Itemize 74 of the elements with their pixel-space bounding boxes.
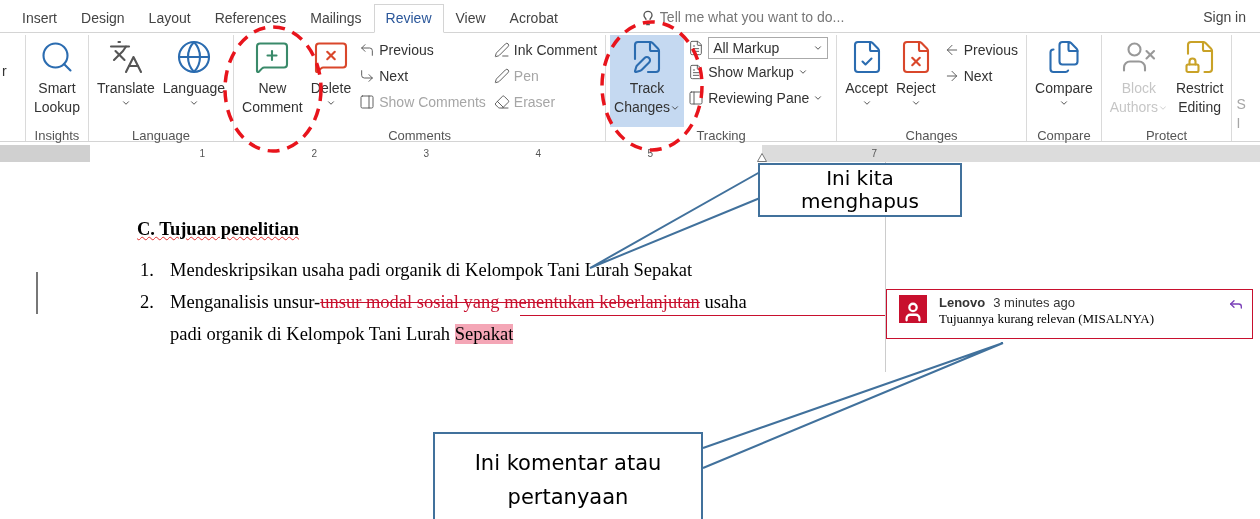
group-label: Protect xyxy=(1144,127,1189,145)
list-number: 1. xyxy=(139,258,155,282)
group-label: Comments xyxy=(387,127,452,145)
tell-me-field[interactable]: Tell me what you want to do... xyxy=(659,7,920,28)
comment-author: Lenovo xyxy=(939,295,986,311)
eraser-icon xyxy=(493,94,510,110)
group-label: Insights xyxy=(33,127,81,145)
ribbon-small-button[interactable]: Next xyxy=(359,63,486,89)
panel-icon xyxy=(688,90,705,106)
ribbon-label: r xyxy=(2,62,7,81)
ribbon-button[interactable]: Track Changes xyxy=(610,35,685,127)
arrow-forward-icon xyxy=(359,68,376,84)
ruler-number: 3 xyxy=(422,147,429,161)
ribbon-small-button[interactable]: Ink Comment xyxy=(493,37,598,63)
ruler-number: 7 xyxy=(870,147,877,161)
translate-icon xyxy=(107,39,144,75)
ruler-number: 4 xyxy=(534,147,541,161)
avatar-icon xyxy=(899,295,927,323)
ribbon-small-button[interactable]: Previous xyxy=(359,37,486,63)
ribbon-small-button[interactable]: Show Markup xyxy=(688,59,829,85)
list-number: 2. xyxy=(139,290,155,314)
heading: C. Tujuan penelitian xyxy=(137,218,299,241)
caret-icon xyxy=(910,98,921,108)
group-label: Tracking xyxy=(695,127,747,145)
caret-icon xyxy=(326,98,336,108)
callout-box: Ini komentar atau pertanyaan xyxy=(433,432,703,519)
caret-icon xyxy=(1058,98,1069,108)
globe-icon xyxy=(175,39,212,75)
comment-x-icon xyxy=(313,39,349,75)
ribbon-small-button[interactable]: Reviewing Pane xyxy=(688,85,829,111)
comment-time: 3 minutes ago xyxy=(993,295,1075,311)
list-item-text: Mendeskripsikan usaha padi organik di Kelompok Tani Lurah Sepakat xyxy=(170,258,694,282)
ribbon-button[interactable]: Restrict Editing xyxy=(1171,35,1228,127)
arrow-back-icon xyxy=(359,42,376,58)
ribbon-tab[interactable]: Design xyxy=(69,4,137,33)
caret-icon xyxy=(813,43,824,53)
callout-box: Ini kita menghapus xyxy=(758,163,962,217)
comment-text: Tujuannya kurang relevan (MISALNYA) xyxy=(939,311,1155,327)
document-icon xyxy=(688,40,705,56)
ribbon-label: S xyxy=(1236,95,1246,114)
caret-icon xyxy=(861,98,872,108)
group-label: Changes xyxy=(904,127,959,145)
ruler-number: 2 xyxy=(310,147,317,161)
ribbon-button[interactable]: Smart Lookup xyxy=(30,35,84,127)
ribbon-button[interactable]: Reject xyxy=(891,35,940,127)
ribbon-button[interactable]: Translate xyxy=(92,35,159,127)
caret-icon xyxy=(797,67,808,77)
group-label: Compare xyxy=(1036,127,1092,145)
ribbon-small-button[interactable]: Next xyxy=(943,63,1019,89)
ribbon-button[interactable]: New Comment xyxy=(238,35,307,127)
group-label: Language xyxy=(131,127,191,145)
sign-in-link[interactable]: Sign in xyxy=(1203,3,1246,32)
list-item-text: Menganalisis unsur-unsur modal sosial yang menentukan keberlanjutan usaha padi organik di Kelompok Tani Lurah Sepakat xyxy=(170,290,748,346)
caret-icon xyxy=(120,98,131,108)
ribbon-button[interactable]: Language xyxy=(158,35,230,127)
ribbon-tab[interactable]: View xyxy=(443,4,498,33)
caret-icon xyxy=(188,98,199,108)
ribbon-tab[interactable]: Review xyxy=(373,4,444,33)
ribbon-button[interactable]: Compare xyxy=(1031,35,1097,127)
ribbon-tab[interactable]: References xyxy=(202,4,299,33)
ribbon-label: I xyxy=(1236,114,1242,133)
comment-plus-icon xyxy=(254,39,291,75)
ruler-number: 1 xyxy=(198,147,205,161)
ribbon-button[interactable]: Accept xyxy=(841,35,892,127)
ribbon-small-button[interactable]: Previous xyxy=(943,37,1019,63)
ribbon-tab[interactable]: Acrobat xyxy=(497,4,570,33)
pen-icon xyxy=(493,68,510,84)
panel-icon xyxy=(359,94,376,110)
comment-card[interactable]: Lenovo 3 minutes ago Tujuannya kurang relevan (MISALNYA) xyxy=(886,289,1253,339)
ribbon-tab[interactable]: Layout xyxy=(136,4,203,33)
pen-line-icon xyxy=(493,42,510,58)
ribbon-tab[interactable]: Mailings xyxy=(298,4,374,33)
caret-icon xyxy=(813,93,824,103)
ribbon-tab[interactable]: Insert xyxy=(10,4,69,33)
